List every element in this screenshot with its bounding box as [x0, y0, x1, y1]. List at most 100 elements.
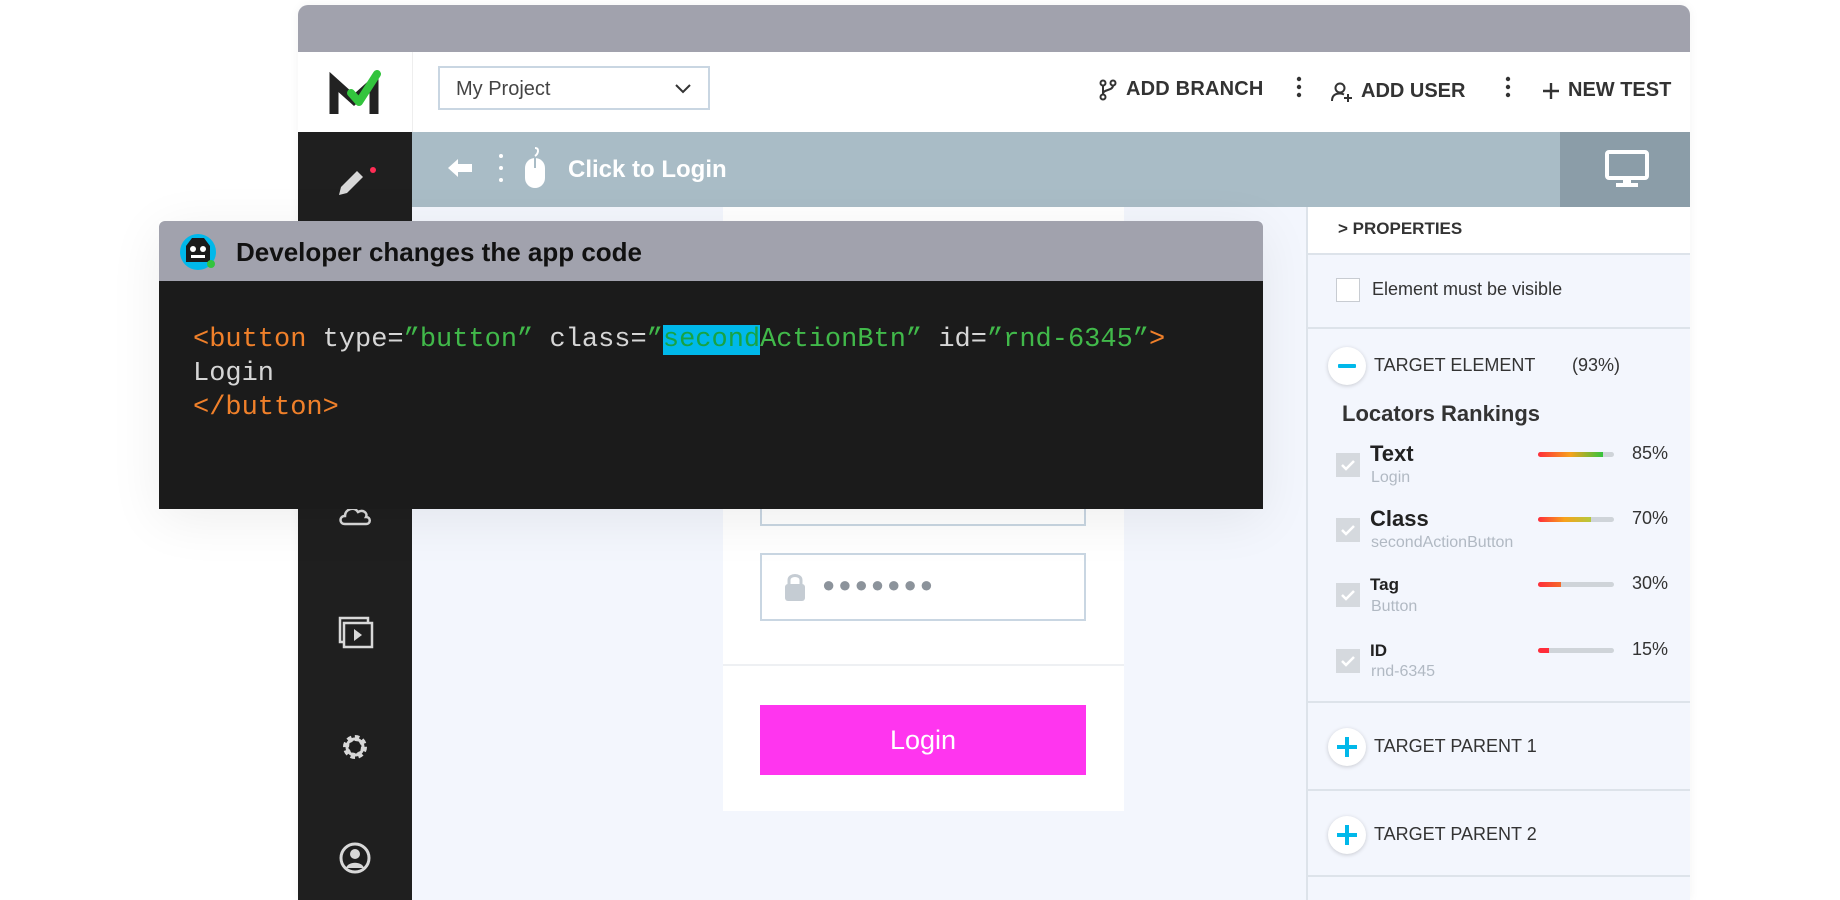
code-attr-id: id=: [922, 325, 987, 355]
locator-score-bar: [1538, 582, 1614, 587]
branch-icon: [1099, 79, 1117, 100]
top-bar: My Project ADD BRANCH: [298, 52, 1690, 133]
plus-icon: [1337, 825, 1357, 845]
code-attr-type: type=: [306, 325, 404, 355]
more-options-icon[interactable]: [1296, 75, 1302, 99]
divider: [1308, 875, 1690, 877]
bot-avatar-icon: [180, 234, 216, 270]
visible-checkbox[interactable]: [1336, 278, 1360, 302]
parent-2-label: TARGET PARENT 2: [1374, 824, 1537, 844]
code-inner-text: Login: [193, 359, 275, 389]
locator-value: secondActionButton: [1371, 534, 1514, 551]
divider: [1308, 789, 1690, 791]
back-arrow-icon[interactable]: [446, 156, 474, 180]
expand-parent-2-button[interactable]: [1328, 816, 1366, 854]
logo-icon: [329, 70, 381, 114]
locator-score-bar: [1538, 517, 1614, 522]
locator-checkbox[interactable]: [1336, 518, 1360, 542]
properties-title: > PROPERTIES: [1338, 219, 1463, 238]
code-change-popup: Developer changes the app code <button t…: [159, 221, 1263, 509]
code-text: <button type=”button” class=”secondActio…: [193, 323, 1165, 425]
plus-icon: [1543, 82, 1559, 99]
sidebar-item-settings[interactable]: [338, 730, 372, 769]
code-open-tag: <button: [193, 325, 307, 355]
sidebar-item-media[interactable]: [338, 616, 374, 655]
parent-1-label: TARGET PARENT 1: [1374, 736, 1537, 756]
code-class-highlight: second: [662, 325, 761, 355]
add-branch-label: ADD BRANCH: [1126, 78, 1264, 100]
target-element-score: (93%): [1572, 355, 1621, 375]
popup-header: Developer changes the app code: [159, 221, 1263, 281]
locator-name: Tag: [1370, 575, 1399, 594]
code-class-rest: ActionBtn”: [760, 325, 923, 355]
code-close-tag: </button>: [193, 393, 339, 423]
properties-header[interactable]: > PROPERTIES: [1308, 207, 1690, 255]
code-block: <button type=”button” class=”secondActio…: [159, 281, 1263, 509]
step-bar: Click to Login: [412, 132, 1690, 207]
popup-title: Developer changes the app code: [236, 237, 643, 267]
chevron-down-icon: [675, 84, 691, 94]
locator-name: Text: [1370, 441, 1414, 466]
sidebar-item-edit[interactable]: [333, 162, 379, 207]
collapse-target-element-button[interactable]: [1328, 347, 1366, 385]
locator-checkbox[interactable]: [1336, 583, 1360, 607]
user-icon: [339, 842, 371, 874]
properties-panel: > PROPERTIES Element must be visible TAR…: [1306, 207, 1690, 900]
code-type-value: ”button”: [403, 325, 534, 355]
project-select-value: My Project: [456, 78, 551, 100]
code-attr-class: class=: [533, 325, 647, 355]
locator-value: rnd-6345: [1371, 663, 1436, 680]
add-branch-button[interactable]: ADD BRANCH: [1098, 78, 1264, 101]
divider: [723, 664, 1124, 666]
login-button[interactable]: Login: [760, 705, 1086, 775]
window-titlebar: [298, 5, 1690, 52]
new-test-label: NEW TEST: [1568, 79, 1672, 101]
mouse-click-icon: [525, 147, 545, 188]
locator-checkbox[interactable]: [1336, 453, 1360, 477]
checkmark-icon: [1341, 590, 1355, 601]
locator-name: ID: [1370, 641, 1387, 660]
more-options-icon[interactable]: [1505, 75, 1511, 99]
locator-pct: 30%: [1632, 573, 1669, 593]
code-open-close: >: [1148, 325, 1166, 355]
checkmark-icon: [1341, 525, 1355, 536]
sidebar-item-profile[interactable]: [338, 841, 372, 880]
locator-value: Login: [1371, 469, 1411, 486]
checkmark-icon: [1341, 460, 1355, 471]
plus-icon: [1337, 737, 1357, 757]
target-element-label: TARGET ELEMENT: [1374, 355, 1536, 375]
drag-handle-icon[interactable]: [498, 152, 504, 184]
lock-icon: [785, 574, 805, 601]
divider: [1308, 327, 1690, 329]
locator-score-bar: [1538, 648, 1614, 653]
device-toggle[interactable]: [1560, 132, 1690, 207]
monitor-icon: [1605, 150, 1649, 187]
locator-pct: 85%: [1632, 443, 1669, 463]
add-user-label: ADD USER: [1361, 80, 1466, 102]
step-title: Click to Login: [568, 156, 727, 183]
visible-checkbox-label: Element must be visible: [1372, 279, 1563, 299]
rankings-title: Locators Rankings: [1342, 401, 1541, 426]
add-user-icon: [1331, 82, 1352, 102]
divider: [1308, 701, 1690, 703]
new-test-button[interactable]: NEW TEST: [1542, 79, 1671, 102]
password-field[interactable]: ●●●●●●●: [760, 553, 1086, 621]
locator-value: Button: [1371, 598, 1418, 615]
locator-score-bar: [1538, 452, 1614, 457]
locator-pct: 70%: [1632, 508, 1669, 528]
password-value: ●●●●●●●: [822, 572, 937, 597]
gear-icon: [343, 735, 367, 759]
expand-parent-1-button[interactable]: [1328, 728, 1366, 766]
logo[interactable]: [298, 52, 413, 132]
locator-checkbox[interactable]: [1336, 649, 1360, 673]
locator-pct: 15%: [1632, 639, 1669, 659]
code-id-value: ”rnd-6345”: [986, 325, 1149, 355]
locator-name: Class: [1370, 506, 1429, 531]
project-select[interactable]: My Project: [438, 66, 710, 110]
checkmark-icon: [1341, 656, 1355, 667]
media-icon: [338, 616, 374, 649]
pencil-icon: [339, 167, 376, 195]
add-user-button[interactable]: ADD USER: [1331, 80, 1465, 103]
minus-icon: [1338, 364, 1356, 368]
code-class-quote: ”: [646, 325, 663, 355]
